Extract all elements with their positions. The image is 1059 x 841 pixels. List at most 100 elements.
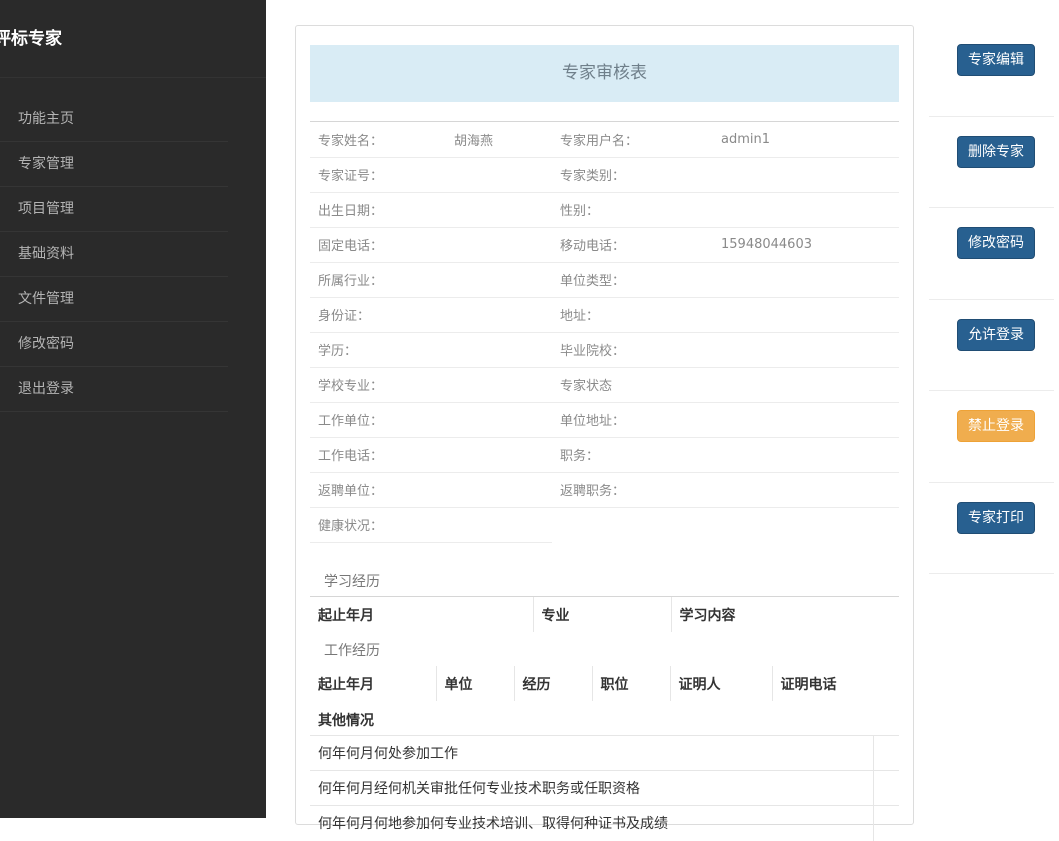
field-label: 移动电话： (552, 227, 721, 263)
sidebar-item-files[interactable]: 文件管理 (0, 277, 228, 322)
field-value (454, 192, 552, 228)
field-label: 身份证： (310, 297, 454, 333)
work-section-title: 工作经历 (324, 643, 380, 659)
action-cell: 专家编辑 (929, 25, 1054, 117)
field-label: 性别： (552, 192, 721, 228)
field-label: 专家类别： (552, 157, 721, 193)
field-value: 胡海燕 (454, 122, 552, 158)
study-col-major: 专业 (532, 597, 671, 632)
sidebar-item-label: 功能主页 (18, 111, 74, 127)
sidebar-item-home[interactable]: 功能主页 (0, 97, 228, 142)
sidebar-item-label: 文件管理 (18, 291, 74, 307)
brand-title: 评标专家 (0, 29, 62, 49)
field-value (454, 472, 552, 508)
action-cell: 修改密码 (929, 208, 1054, 300)
work-col-unit: 单位 (435, 666, 514, 701)
action-cell: 允许登录 (929, 300, 1054, 391)
field-value (721, 192, 899, 228)
study-header-row: 起止年月 专业 学习内容 (310, 597, 899, 632)
form-title: 专家审核表 (562, 63, 647, 83)
field-label: 出生日期： (310, 192, 454, 228)
study-section-title: 学习经历 (324, 574, 380, 590)
work-col-witness: 证明人 (669, 666, 772, 701)
info-row: 身份证： 地址： (310, 297, 899, 333)
info-row: 专家姓名： 胡海燕 专家用户名： admin1 (310, 122, 899, 158)
work-col-period: 起止年月 (318, 676, 374, 693)
edit-expert-button[interactable]: 专家编辑 (957, 44, 1035, 76)
sidebar-item-label: 修改密码 (18, 336, 74, 352)
info-row: 工作电话： 职务： (310, 437, 899, 473)
sidebar-item-label: 专家管理 (18, 156, 74, 172)
field-value: 15948044603 (721, 227, 899, 263)
sidebar-item-experts[interactable]: 专家管理 (0, 142, 228, 187)
field-value: admin1 (721, 122, 899, 158)
action-cell: 删除专家 (929, 117, 1054, 208)
change-password-button[interactable]: 修改密码 (957, 227, 1035, 259)
other-answer (872, 805, 899, 841)
field-value (721, 402, 899, 438)
table-row: 何年何月何处参加工作 (310, 735, 899, 771)
expert-info-table: 专家姓名： 胡海燕 专家用户名： admin1 专家证号： 专家类别： 出生日期… (310, 122, 899, 543)
field-label: 专家姓名： (310, 122, 454, 158)
other-question: 何年何月何处参加工作 (310, 735, 873, 771)
field-label (552, 507, 721, 542)
field-label: 学历： (310, 332, 454, 368)
other-answer (872, 770, 899, 806)
work-col-experience: 经历 (513, 666, 592, 701)
brand-divider (0, 77, 266, 78)
info-row: 工作单位： 单位地址： (310, 402, 899, 438)
delete-expert-button[interactable]: 删除专家 (957, 135, 1035, 168)
table-row: 何年何月经何机关审批任何专业技术职务或任职资格 (310, 770, 899, 806)
file-icon (0, 292, 3, 302)
action-cell: 专家打印 (929, 483, 1054, 574)
field-label: 单位地址： (552, 402, 721, 438)
sidebar-item-basic-data[interactable]: 基础资料 (0, 232, 228, 277)
study-col-content: 学习内容 (670, 597, 899, 632)
other-question: 何年何月经何机关审批任何专业技术职务或任职资格 (310, 770, 873, 806)
field-label: 专家用户名： (552, 122, 721, 158)
field-value (454, 367, 552, 403)
print-expert-button[interactable]: 专家打印 (957, 501, 1035, 534)
field-label: 地址： (552, 297, 721, 333)
info-row: 固定电话： 移动电话： 15948044603 (310, 227, 899, 263)
work-col-position: 职位 (591, 666, 670, 701)
field-value (454, 227, 552, 263)
allow-login-button[interactable]: 允许登录 (957, 318, 1035, 351)
field-label: 学校专业： (310, 367, 454, 403)
sidebar-item-projects[interactable]: 项目管理 (0, 187, 228, 232)
forbid-login-button[interactable]: 禁止登录 (957, 410, 1035, 442)
other-question: 何年何月何地参加何专业技术培训、取得何种证书及成绩 (310, 805, 873, 841)
field-label: 专家证号： (310, 157, 454, 193)
field-value (454, 507, 552, 543)
folder-icon (0, 202, 3, 212)
field-label: 毕业院校： (552, 332, 721, 368)
field-value (454, 437, 552, 473)
table-row: 何年何月何地参加何专业技术培训、取得何种证书及成绩 (310, 805, 899, 841)
info-row: 学历： 毕业院校： (310, 332, 899, 368)
key-icon (0, 337, 3, 347)
field-value (454, 157, 552, 193)
info-row: 返聘单位： 返聘职务： (310, 472, 899, 508)
study-col-period: 起止年月 (318, 607, 374, 624)
field-label: 返聘单位： (310, 472, 454, 508)
field-value (454, 402, 552, 438)
sidebar-item-label: 基础资料 (18, 246, 74, 262)
field-label: 工作单位： (310, 402, 454, 438)
sidebar-item-change-password[interactable]: 修改密码 (0, 322, 228, 367)
field-label: 职务： (552, 437, 721, 473)
field-value (721, 332, 899, 368)
expert-review-card: 专家审核表 专家姓名： 胡海燕 专家用户名： admin1 专家证号： 专家类别… (295, 25, 914, 841)
field-value (721, 472, 899, 508)
field-value (721, 437, 899, 473)
field-value (454, 297, 552, 333)
field-value (721, 262, 899, 298)
field-value (721, 367, 899, 403)
info-row: 学校专业： 专家状态 (310, 367, 899, 403)
sidebar-item-logout[interactable]: 退出登录 (0, 367, 228, 412)
sidebar-item-label: 项目管理 (18, 201, 74, 217)
field-label: 返聘职务： (552, 472, 721, 508)
field-label: 专家状态 (552, 367, 721, 403)
field-value (721, 507, 899, 542)
other-answer (872, 735, 899, 771)
field-value (721, 157, 899, 193)
